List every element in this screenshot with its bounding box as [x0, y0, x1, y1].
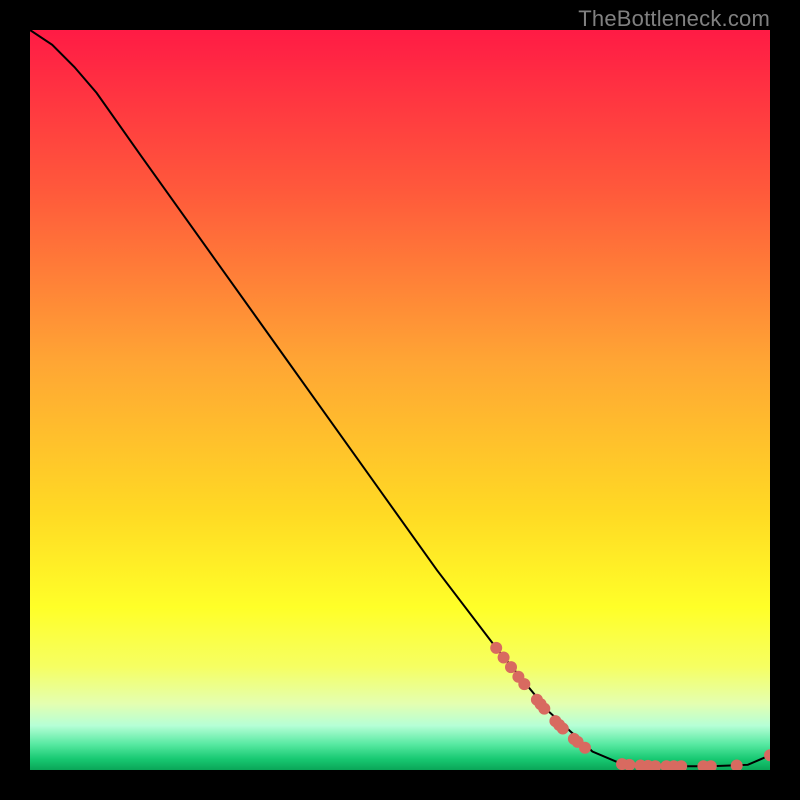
watermark-text: TheBottleneck.com — [578, 6, 770, 32]
plot-area — [30, 30, 770, 770]
chart-svg — [30, 30, 770, 770]
data-marker — [557, 723, 569, 735]
data-marker — [731, 760, 743, 770]
data-marker — [538, 703, 550, 715]
chart-frame: TheBottleneck.com — [0, 0, 800, 800]
data-marker — [505, 661, 517, 673]
data-marker — [490, 642, 502, 654]
data-marker — [518, 678, 530, 690]
bottleneck-curve — [30, 30, 770, 766]
data-marker — [498, 652, 510, 664]
data-marker — [764, 749, 770, 761]
data-marker — [579, 742, 591, 754]
